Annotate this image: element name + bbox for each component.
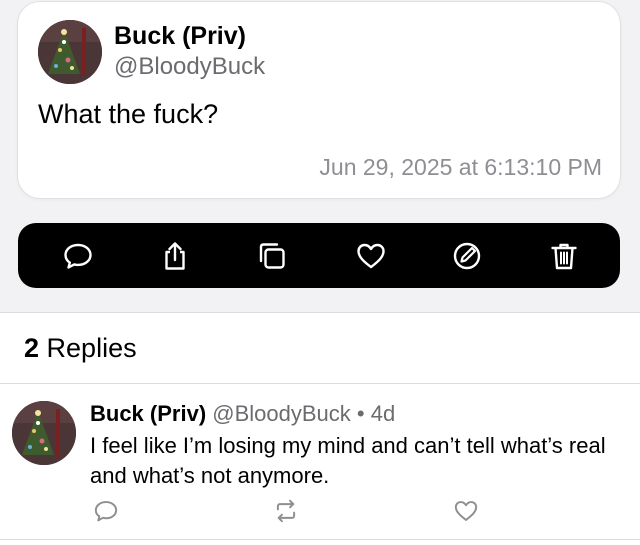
reply-icon <box>64 243 92 269</box>
repost-icon <box>276 499 296 523</box>
reply-actions <box>90 495 490 531</box>
reply-icon <box>94 501 118 522</box>
post-author-handle[interactable]: @BloodyBuck <box>114 53 265 81</box>
replies-header: 2 Replies <box>24 333 137 364</box>
heart-icon <box>454 501 478 521</box>
edit-icon <box>453 242 481 270</box>
avatar-image <box>38 20 102 84</box>
divider <box>0 383 640 384</box>
post-action-bar <box>18 223 620 288</box>
reply-button[interactable] <box>55 233 101 279</box>
post-author-name[interactable]: Buck (Priv) <box>114 22 246 51</box>
delete-button[interactable] <box>541 233 587 279</box>
replies-label: Replies <box>46 333 137 363</box>
post-author-avatar[interactable] <box>38 20 102 84</box>
reply-age: 4d <box>370 401 396 426</box>
reply-reply-button[interactable] <box>90 495 122 527</box>
replies-count: 2 <box>24 333 40 363</box>
post-text: What the fuck? <box>38 99 219 129</box>
edit-button[interactable] <box>444 233 490 279</box>
reply-repost-button[interactable] <box>270 495 302 527</box>
copy-icon <box>259 243 285 269</box>
post-timestamp: Jun 29, 2025 at 6:13:10 PM <box>319 154 602 180</box>
reply-like-button[interactable] <box>450 495 482 527</box>
replies-section: 2 Replies Buck (Priv) @BloodyBuck • 4d I… <box>0 312 640 545</box>
reply-author-avatar[interactable] <box>12 401 76 465</box>
reply-text: I feel like I’m losing my mind and can’t… <box>90 433 606 488</box>
reply-separator: • <box>356 401 365 426</box>
divider <box>0 539 640 540</box>
share-icon <box>165 242 185 270</box>
trash-icon <box>551 243 577 270</box>
post-card: Buck (Priv) @BloodyBuck What the fuck? J… <box>18 2 620 198</box>
reply-author-name[interactable]: Buck (Priv) <box>90 401 206 426</box>
share-button[interactable] <box>152 233 198 279</box>
copy-button[interactable] <box>249 233 295 279</box>
like-button[interactable] <box>348 233 394 279</box>
heart-icon <box>357 243 385 269</box>
reply-meta: Buck (Priv) @BloodyBuck • 4d <box>90 401 395 427</box>
avatar-image <box>12 401 76 465</box>
reply-author-handle[interactable]: @BloodyBuck <box>212 401 351 426</box>
